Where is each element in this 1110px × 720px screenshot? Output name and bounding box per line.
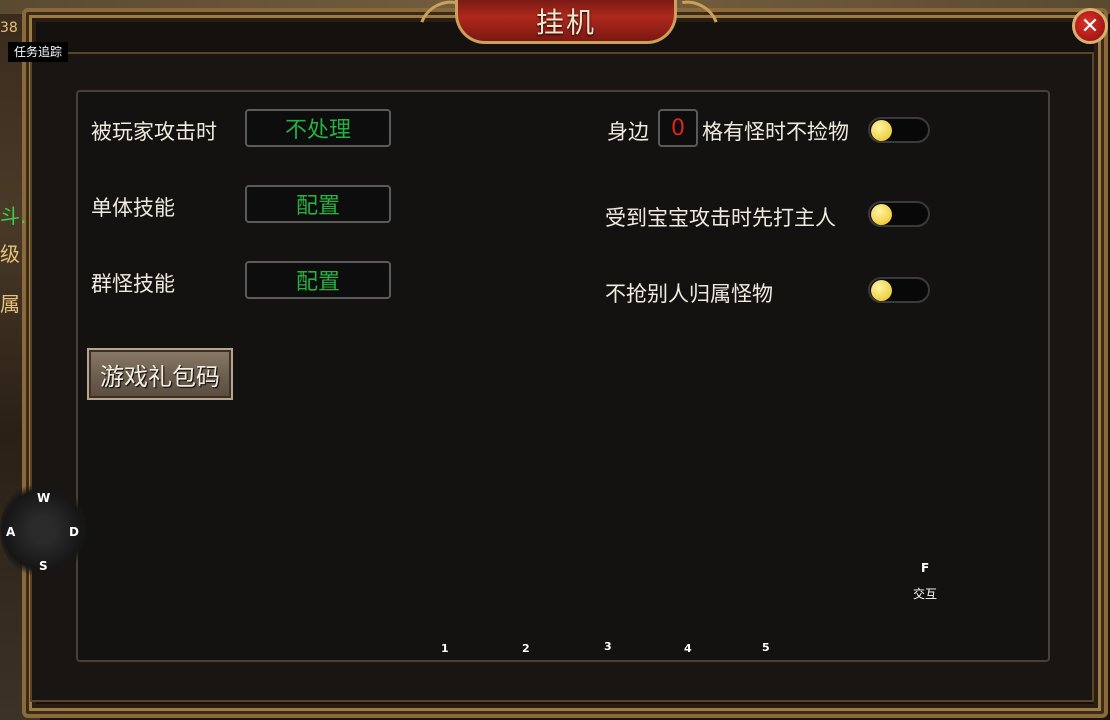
- interact-label: 交互: [913, 587, 938, 601]
- nearby-grid-count-input[interactable]: 0: [658, 109, 698, 147]
- hotkey-3[interactable]: 3: [604, 640, 612, 653]
- hud-fragment: 斗.: [0, 204, 27, 228]
- window-title: 挂机: [535, 5, 596, 39]
- no-steal-label: 不抢别人归属怪物: [605, 282, 773, 306]
- hotkey-4[interactable]: 4: [684, 642, 692, 655]
- no-steal-toggle[interactable]: [868, 277, 930, 303]
- joystick-s-key: S: [39, 559, 48, 573]
- task-tracking-tab[interactable]: 任务追踪: [8, 42, 68, 62]
- joystick-d-key: D: [69, 525, 79, 539]
- pet-attack-toggle[interactable]: [868, 201, 930, 227]
- close-button[interactable]: ✕: [1072, 8, 1108, 44]
- group-skill-config-button[interactable]: 配置: [245, 261, 391, 299]
- joystick-w-key: W: [37, 491, 51, 505]
- toggle-knob: [871, 280, 892, 301]
- group-skill-label: 群怪技能: [91, 272, 175, 296]
- toggle-knob: [871, 120, 892, 141]
- single-skill-config-button[interactable]: 配置: [245, 185, 391, 223]
- hotkey-5[interactable]: 5: [762, 641, 770, 654]
- single-skill-label: 单体技能: [91, 196, 175, 220]
- toggle-knob: [871, 204, 892, 225]
- pet-attack-label: 受到宝宝攻击时先打主人: [605, 206, 836, 230]
- hotkey-1[interactable]: 1: [441, 642, 449, 655]
- nearby-prefix-label: 身边: [607, 120, 649, 144]
- hud-fragment: 级: [0, 242, 20, 266]
- hotkey-2[interactable]: 2: [522, 642, 530, 655]
- gift-code-button[interactable]: 游戏礼包码: [87, 348, 233, 400]
- nearby-suffix-label: 格有怪时不捡物: [702, 120, 849, 144]
- interact-key[interactable]: F: [921, 561, 929, 575]
- no-pickup-toggle[interactable]: [868, 117, 930, 143]
- window-title-plaque: 挂机: [455, 0, 677, 44]
- hud-fragment: 38: [0, 20, 18, 36]
- attacked-by-player-label: 被玩家攻击时: [91, 120, 217, 144]
- joystick-a-key: A: [6, 525, 16, 539]
- hud-fragment: 属: [0, 292, 20, 316]
- attacked-by-player-select[interactable]: 不处理: [245, 109, 391, 147]
